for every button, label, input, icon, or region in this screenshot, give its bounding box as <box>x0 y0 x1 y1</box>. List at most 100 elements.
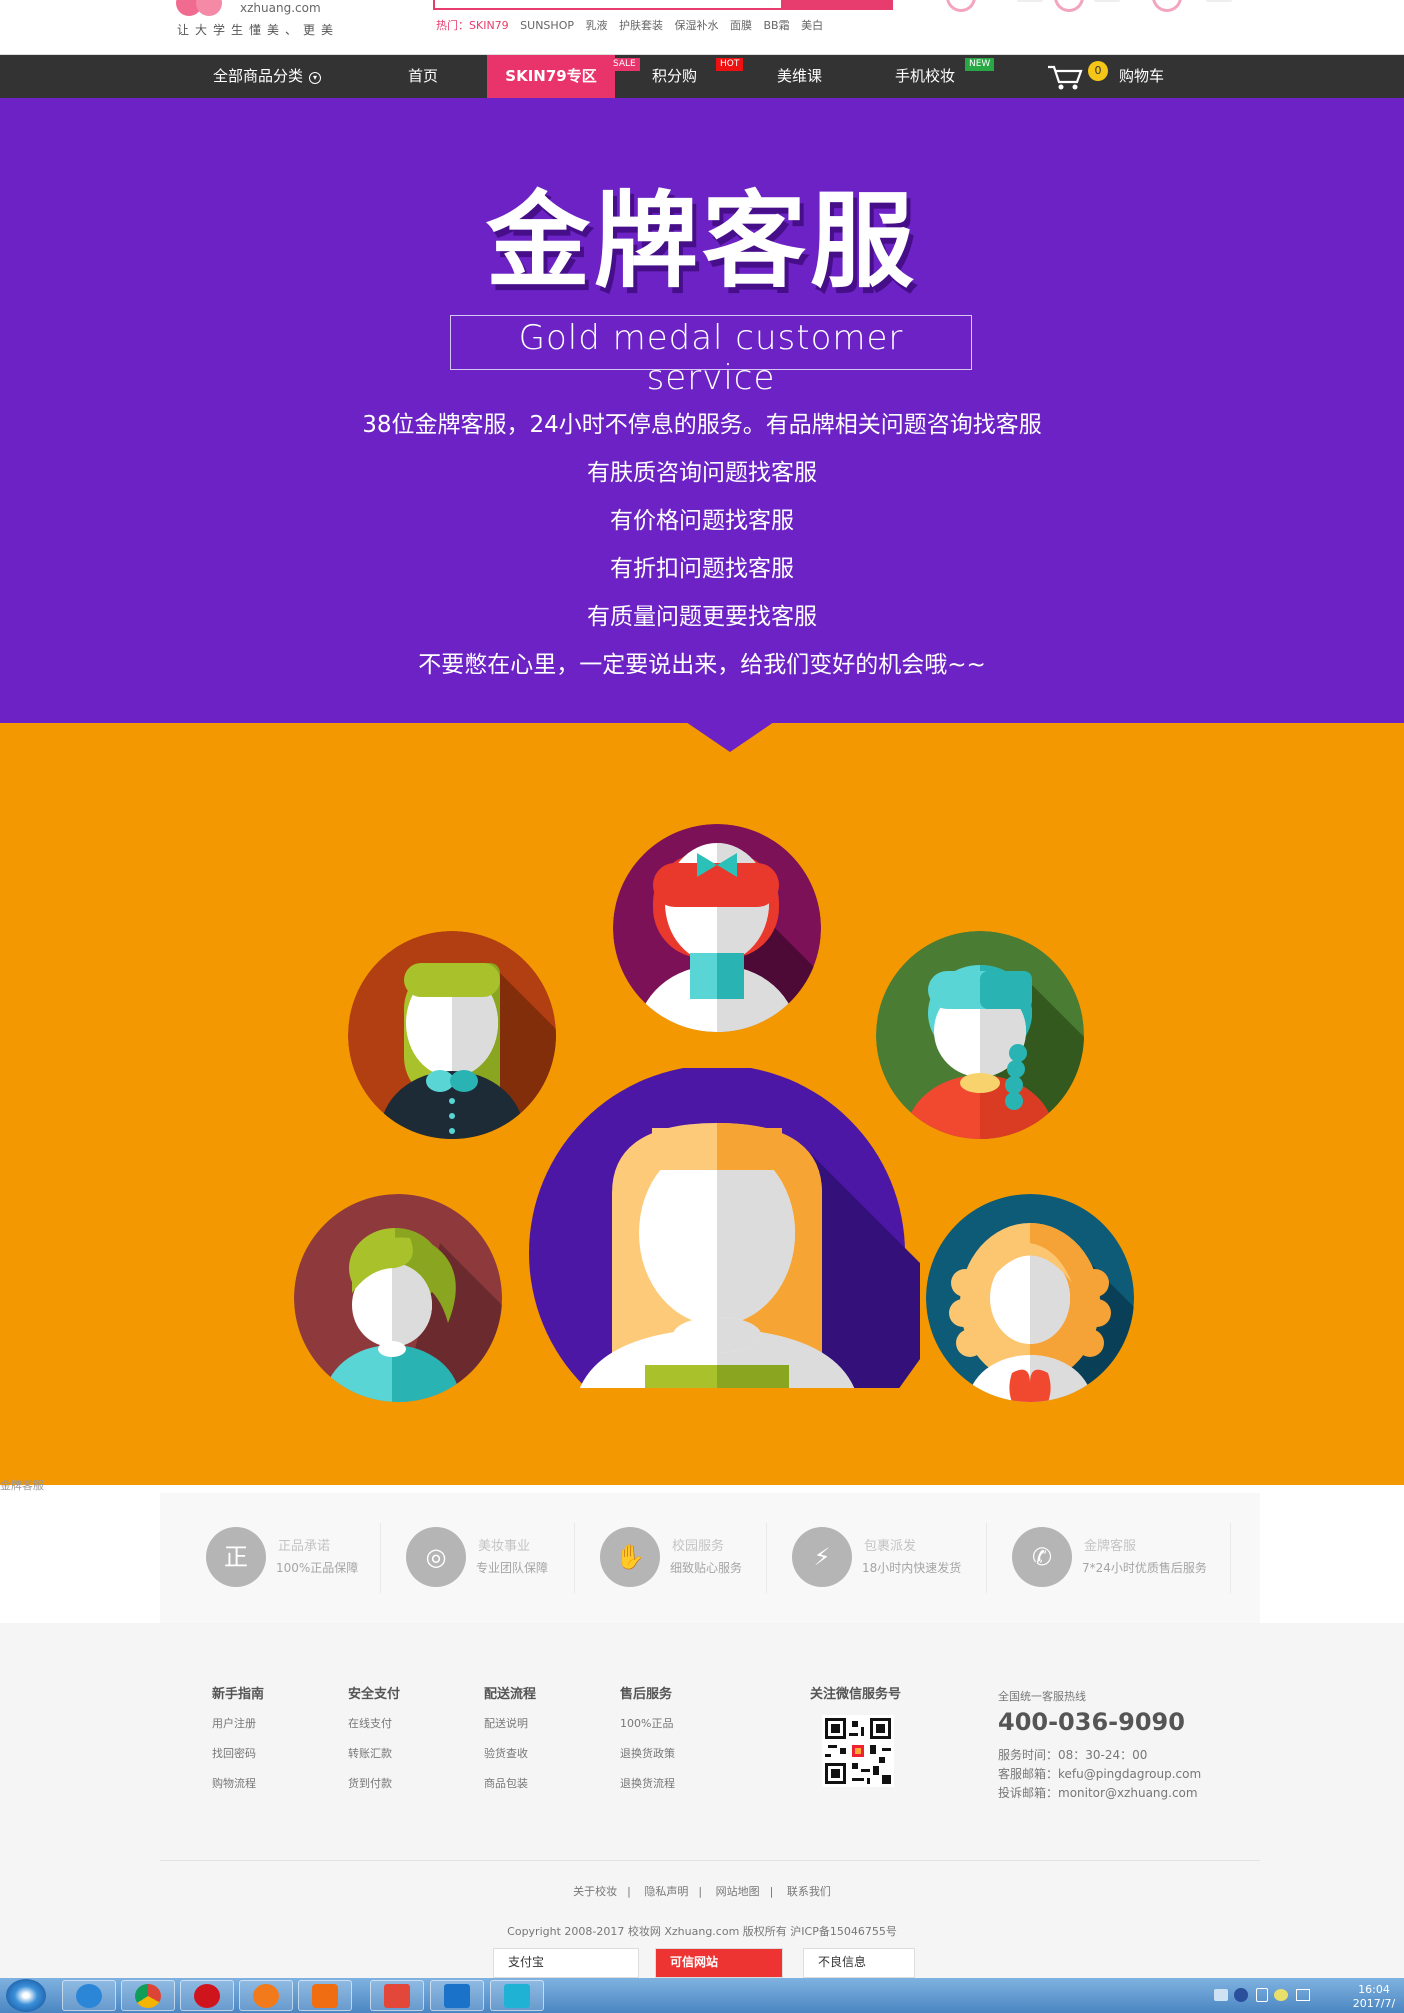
taskbar-webstorm-icon[interactable] <box>490 1980 544 2011</box>
divider <box>766 1523 767 1593</box>
user-icon[interactable] <box>946 0 976 12</box>
display-icon[interactable] <box>1296 1989 1310 2001</box>
hot-word[interactable]: 热门：SKIN79 <box>436 19 509 32</box>
footer-col-shipping: 配送流程 配送说明 验货查收 商品包装 <box>484 1683 536 1804</box>
footer-link-sitemap[interactable]: 网站地图 <box>716 1885 760 1898</box>
divider <box>986 1523 987 1593</box>
nav-label: 全部商品分类 <box>213 67 304 85</box>
section-caption: 金牌客服 <box>0 1479 44 1492</box>
trust-badge-alipay[interactable]: 支付宝 <box>493 1948 639 1978</box>
footer-link-privacy[interactable]: 隐私声明 <box>644 1885 688 1898</box>
phone-icon: ✆ <box>1012 1527 1072 1587</box>
footer-col-title: 配送流程 <box>484 1687 537 1702</box>
hot-badge: HOT <box>716 58 744 71</box>
nav-cart[interactable]: 购物车 <box>1119 55 1164 98</box>
hot-word[interactable]: 美白 <box>801 19 823 32</box>
hero-text: 38位金牌客服，24小时不停息的服务。有品牌相关问题咨询找客服 有肤质咨询问题找… <box>0 401 1404 689</box>
nav-skin79[interactable]: SKIN79专区 <box>487 55 615 98</box>
hotline-label: 全国统一客服热线 <box>998 1690 1086 1703</box>
bag-icon[interactable] <box>1152 0 1182 12</box>
footer-col-payment: 安全支付 在线支付 转账汇款 货到付款 <box>348 1683 400 1804</box>
hot-search-words: 热门：SKIN79 SUNSHOP 乳液 护肤套装 保湿补水 面膜 BB霜 美白 <box>436 17 831 33</box>
trust-badge-credible[interactable]: 可信网站 <box>655 1948 783 1978</box>
service-title: 校园服务 <box>672 1539 725 1554</box>
service-title: 金牌客服 <box>1084 1539 1137 1554</box>
network-icon[interactable] <box>1256 1988 1268 2002</box>
search-input[interactable] <box>433 0 783 10</box>
footer-link-about[interactable]: 关于校妆 <box>573 1885 617 1898</box>
top-header: xzhuang.com 让大学生懂美、更美 热门：SKIN79 SUNSHOP … <box>0 0 1404 55</box>
avatar-girl-cyan-braid <box>876 931 1084 1139</box>
hot-word[interactable]: 乳液 <box>585 19 607 32</box>
footer-col-title: 安全支付 <box>348 1687 401 1702</box>
help-icon[interactable] <box>1234 1988 1248 2002</box>
gift-icon[interactable] <box>1054 0 1084 12</box>
qr-title: 关注微信服务号 <box>810 1687 902 1702</box>
avatar-girl-main <box>529 1068 920 1388</box>
footer-link[interactable]: 购物流程 <box>212 1774 264 1804</box>
nav-home[interactable]: 首页 <box>408 55 438 98</box>
footer-divider <box>160 1860 1260 1861</box>
footer-link[interactable]: 配送说明 <box>484 1714 536 1744</box>
footer: 新手指南 用户注册 找回密码 购物流程 安全支付 在线支付 转账汇款 货到付款 … <box>0 1623 1404 1978</box>
footer-link[interactable]: 退换货政策 <box>620 1744 675 1774</box>
footer-link[interactable]: 商品包装 <box>484 1774 536 1804</box>
top-link-placeholder[interactable] <box>1017 0 1043 2</box>
search-button[interactable] <box>783 0 893 10</box>
avatar-girl-ponytail <box>294 1194 502 1402</box>
footer-link-contact[interactable]: 联系我们 <box>787 1885 831 1898</box>
trust-label: 可信网站 <box>670 1955 719 1969</box>
taskbar-xampp-icon[interactable] <box>298 1980 352 2011</box>
hot-word[interactable]: 护肤套装 <box>619 19 663 32</box>
footer-col-guide: 新手指南 用户注册 找回密码 购物流程 <box>212 1683 264 1804</box>
nav-points[interactable]: 积分购 <box>652 55 697 98</box>
logo-mark-right[interactable] <box>196 0 222 16</box>
top-link-placeholder[interactable] <box>1094 0 1120 2</box>
keyboard-icon[interactable] <box>1214 1989 1228 2001</box>
divider <box>380 1523 381 1593</box>
footer-link[interactable]: 用户注册 <box>212 1714 264 1744</box>
service-email[interactable]: 客服邮箱：kefu@pingdagroup.com <box>998 1765 1201 1782</box>
taskbar-vscode-icon[interactable] <box>430 1980 484 2011</box>
logo-domain[interactable]: xzhuang.com <box>240 1 321 15</box>
nav-beauty-class[interactable]: 美维课 <box>777 55 822 98</box>
footer-link[interactable]: 转账汇款 <box>348 1744 400 1774</box>
taskbar-opera-icon[interactable] <box>180 1980 234 2011</box>
taskbar: 16:04 2017/7/ <box>0 1978 1404 2013</box>
security-icon[interactable] <box>1274 1989 1288 2001</box>
complaint-email[interactable]: 投诉邮箱：monitor@xzhuang.com <box>998 1784 1198 1801</box>
taskbar-app-icon[interactable] <box>370 1980 424 2011</box>
hero-line: 不要憋在心里，一定要说出来，给我们变好的机会哦~~ <box>418 652 986 678</box>
service-title: 包裹派发 <box>864 1539 917 1554</box>
nav-all-categories[interactable]: 全部商品分类 ▾ <box>213 55 322 98</box>
footer-link[interactable]: 退换货流程 <box>620 1774 675 1804</box>
copyright: Copyright 2008-2017 校妆网 Xzhuang.com 版权所有… <box>507 1925 897 1938</box>
hero-line: 有价格问题找客服 <box>610 508 794 534</box>
hot-word[interactable]: 面膜 <box>730 19 752 32</box>
page: xzhuang.com 让大学生懂美、更美 热门：SKIN79 SUNSHOP … <box>0 0 1404 2013</box>
clock[interactable]: 16:04 2017/7/ <box>1344 1983 1404 2011</box>
top-link-placeholder[interactable] <box>1206 0 1232 2</box>
clock-date: 2017/7/ <box>1352 1997 1396 2010</box>
footer-col-title: 新手指南 <box>212 1687 265 1702</box>
taskbar-firefox-icon[interactable] <box>239 1980 293 2011</box>
taskbar-chrome-icon[interactable] <box>121 1980 175 2011</box>
trust-badge-report[interactable]: 不良信息 <box>803 1948 915 1978</box>
taskbar-ie-icon[interactable] <box>62 1980 116 2011</box>
system-tray: 16:04 2017/7/ <box>1204 1980 1404 2011</box>
start-button[interactable] <box>6 1979 46 2012</box>
footer-link[interactable]: 找回密码 <box>212 1744 264 1774</box>
hot-word[interactable]: 保湿补水 <box>674 19 718 32</box>
footer-link[interactable]: 100%正品 <box>620 1714 675 1744</box>
nav-mobile[interactable]: 手机校妆 <box>895 55 955 98</box>
footer-link[interactable]: 货到付款 <box>348 1774 400 1804</box>
cart-icon[interactable] <box>1046 61 1086 91</box>
hot-word[interactable]: SUNSHOP <box>520 19 574 32</box>
chevron-down-icon: ▾ <box>309 72 322 84</box>
footer-link[interactable]: 验货查收 <box>484 1744 536 1774</box>
footer-link[interactable]: 在线支付 <box>348 1714 400 1744</box>
hands-icon: ✋ <box>600 1527 660 1587</box>
service-time: 服务时间：08：30-24：00 <box>998 1748 1148 1762</box>
hot-word[interactable]: BB霜 <box>763 19 789 32</box>
logo-slogan: 让大学生懂美、更美 <box>177 23 340 37</box>
